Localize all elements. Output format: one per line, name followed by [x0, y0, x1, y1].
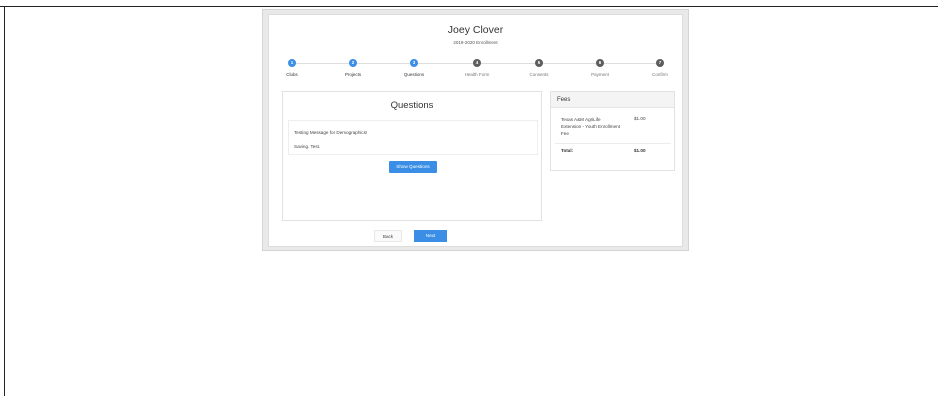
- frame-left-border: [4, 6, 5, 396]
- fees-card: Fees Texas A&M AgriLife Extension - Yout…: [550, 91, 675, 171]
- step-payment[interactable]: 6 Payment: [570, 59, 630, 77]
- step-5-indicator: 5: [535, 59, 543, 67]
- step-label: Payment: [591, 72, 609, 77]
- step-3-indicator: 3: [410, 59, 418, 67]
- fees-title: Fees: [551, 92, 674, 108]
- step-2-indicator: 2: [349, 59, 357, 67]
- questions-message-box: Testing Message for Demographics! Saving…: [288, 120, 538, 155]
- step-projects[interactable]: 2 Projects: [323, 59, 383, 77]
- step-label: Health Form: [464, 72, 490, 77]
- step-health-form[interactable]: 4 Health Form: [447, 59, 507, 77]
- questions-message-note: Saving. Test.: [294, 144, 321, 149]
- show-questions-button[interactable]: Show Questions: [389, 161, 437, 173]
- member-name-title: Joey Clover: [447, 24, 504, 36]
- questions-message-text: Testing Message for Demographics!: [294, 130, 368, 135]
- step-label: Confirm: [652, 72, 668, 77]
- enrollment-year-subtitle: 2019-2020 Enrollment: [453, 40, 498, 45]
- questions-title: Questions: [390, 100, 434, 111]
- questions-card: Questions Testing Message for Demographi…: [282, 91, 542, 221]
- fee-amount: $1.00: [634, 116, 646, 121]
- fees-divider: [555, 143, 671, 144]
- step-label: Consents: [529, 72, 549, 77]
- next-button[interactable]: Next: [414, 230, 447, 242]
- step-1-indicator: 1: [288, 59, 296, 67]
- step-label: Clubs: [286, 72, 298, 77]
- step-7-indicator: 7: [656, 59, 664, 67]
- enrollment-panel: Joey Clover 2019-2020 Enrollment 1 Clubs…: [268, 14, 683, 247]
- enrollment-stepper: 1 Clubs 2 Projects 3 Questions 4 Health …: [269, 59, 682, 89]
- fees-total-label: Total:: [561, 148, 574, 153]
- enrollment-screenshot: Joey Clover 2019-2020 Enrollment 1 Clubs…: [262, 9, 689, 251]
- fees-total-amount: $1.00: [634, 148, 646, 153]
- step-label: Questions: [403, 72, 425, 77]
- back-button[interactable]: Back: [374, 230, 402, 242]
- step-6-indicator: 6: [596, 59, 604, 67]
- step-label: Projects: [344, 72, 362, 77]
- step-confirm[interactable]: 7 Confirm: [630, 59, 690, 77]
- step-4-indicator: 4: [473, 59, 481, 67]
- frame-top-border: [0, 6, 938, 7]
- step-questions[interactable]: 3 Questions: [384, 59, 444, 77]
- step-consents[interactable]: 5 Consents: [509, 59, 569, 77]
- step-clubs[interactable]: 1 Clubs: [262, 59, 322, 77]
- fee-description: Texas A&M AgriLife Extension - Youth Enr…: [561, 117, 620, 136]
